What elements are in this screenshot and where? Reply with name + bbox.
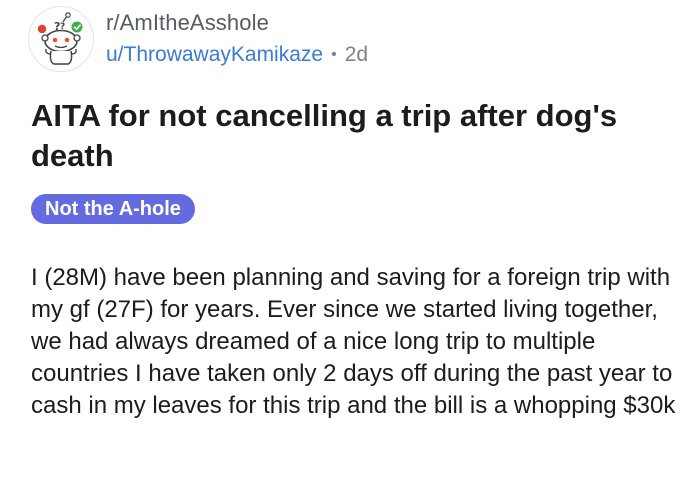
post-header: ? ? r/AmItheAsshole u/ThrowawayKamikaze …: [28, 6, 368, 72]
separator-dot: •: [331, 46, 337, 63]
subreddit-name[interactable]: r/AmItheAsshole: [106, 8, 368, 38]
post-title[interactable]: AITA for not cancelling a trip after dog…: [31, 96, 671, 176]
post-body: I (28M) have been planning and saving fo…: [31, 264, 676, 419]
author-username[interactable]: u/ThrowawayKamikaze: [106, 40, 323, 70]
post-age: 2d: [344, 43, 369, 66]
subreddit-snoo-icon: ? ?: [37, 12, 83, 65]
post-card: ? ? r/AmItheAsshole u/ThrowawayKamikaze …: [0, 0, 700, 503]
subreddit-avatar[interactable]: ? ?: [28, 6, 94, 72]
byline: u/ThrowawayKamikaze • 2d: [106, 40, 368, 70]
post-flair[interactable]: Not the A-hole: [31, 194, 195, 224]
post-meta: r/AmItheAsshole u/ThrowawayKamikaze • 2d: [106, 8, 368, 70]
